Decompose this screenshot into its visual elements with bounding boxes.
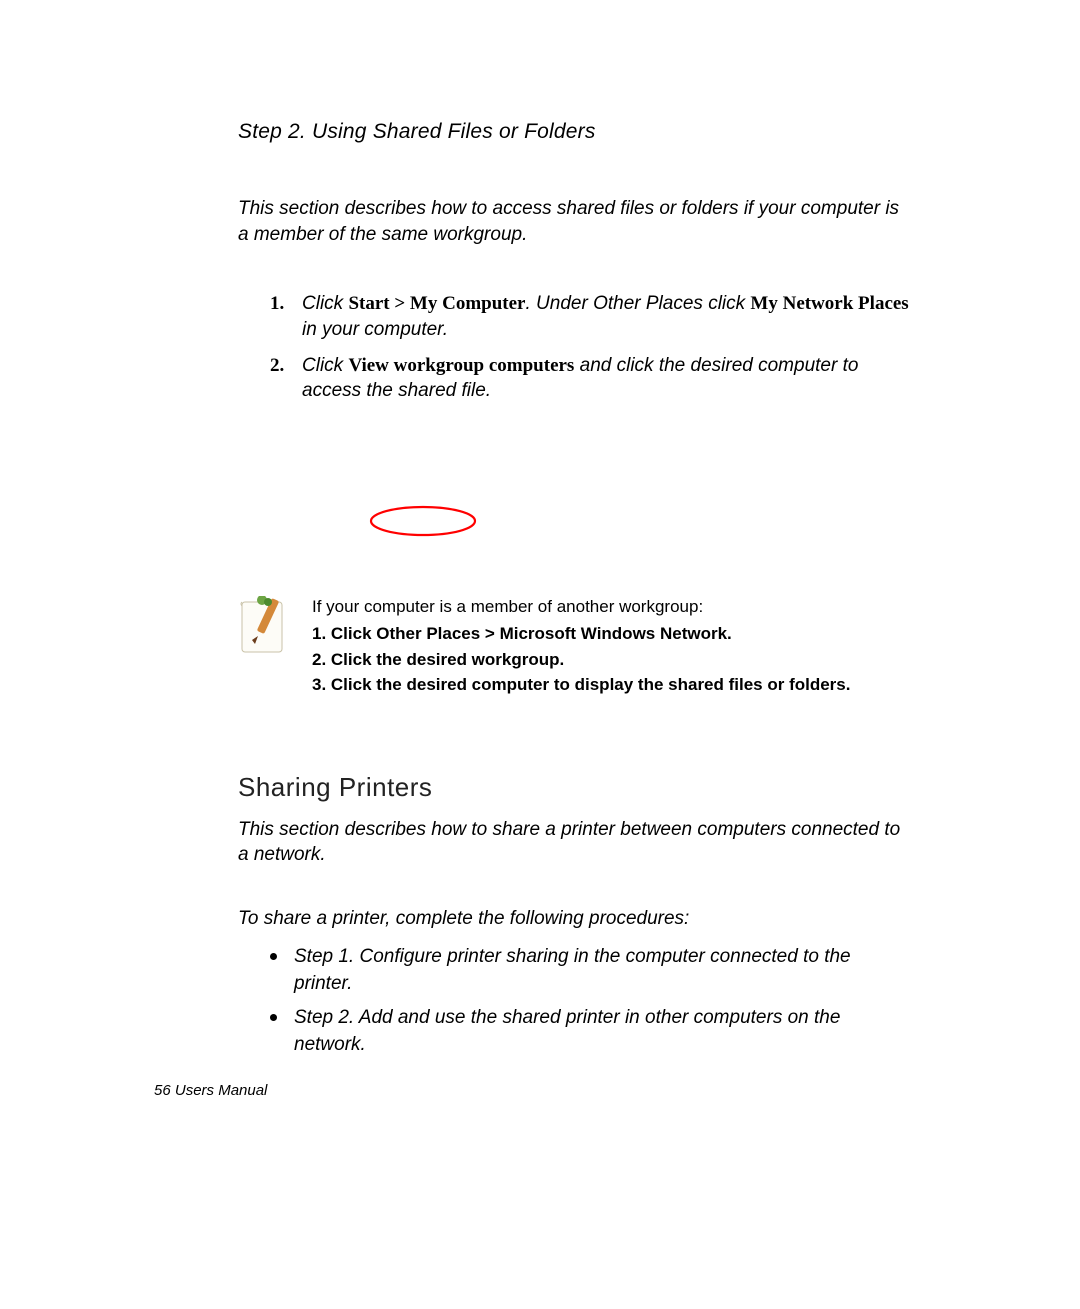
list-bold: Start > My Computer <box>348 293 525 314</box>
bullet-item: Step 2. Add and use the shared printer i… <box>294 1005 910 1058</box>
note-intro-line: If your computer is a member of another … <box>312 594 850 620</box>
note-line: 2. Click the desired workgroup. <box>312 647 850 673</box>
highlight-ellipse-icon <box>368 504 478 538</box>
bullet-item: Step 1. Configure printer sharing in the… <box>294 944 910 997</box>
page: Step 2. Using Shared Files or Folders Th… <box>0 0 1080 1309</box>
note-block: If your computer is a member of another … <box>238 594 910 698</box>
list-bold: View workgroup computers <box>348 355 574 376</box>
list-number: 1. <box>270 291 284 317</box>
printer-lead: To share a printer, complete the followi… <box>238 908 910 930</box>
list-text: . Under Other Places click <box>526 293 751 314</box>
list-bold: My Network Places <box>750 293 908 314</box>
step-list-item: 2. Click View workgroup computers and cl… <box>302 353 910 404</box>
page-footer: 56 Users Manual <box>154 1082 267 1099</box>
list-text: in your computer. <box>302 319 448 340</box>
note-line: 1. Click Other Places > Microsoft Window… <box>312 621 850 647</box>
printer-intro: This section describes how to share a pr… <box>238 817 910 868</box>
step-list: 1. Click Start > My Computer. Under Othe… <box>238 291 910 404</box>
step-intro: This section describes how to access sha… <box>238 196 910 247</box>
printer-bullets: Step 1. Configure printer sharing in the… <box>238 944 910 1058</box>
list-text: Click <box>302 293 348 314</box>
list-number: 2. <box>270 353 284 379</box>
footer-label: Users Manual <box>171 1082 268 1099</box>
page-number: 56 <box>154 1082 171 1099</box>
step-list-item: 1. Click Start > My Computer. Under Othe… <box>302 291 910 342</box>
section-heading: Sharing Printers <box>238 772 910 803</box>
list-text: Click <box>302 355 348 376</box>
illustration-area <box>238 444 910 564</box>
note-pencil-icon <box>238 594 292 663</box>
step-title: Step 2. Using Shared Files or Folders <box>238 120 910 144</box>
note-line: 3. Click the desired computer to display… <box>312 672 850 698</box>
note-text: If your computer is a member of another … <box>312 594 850 698</box>
